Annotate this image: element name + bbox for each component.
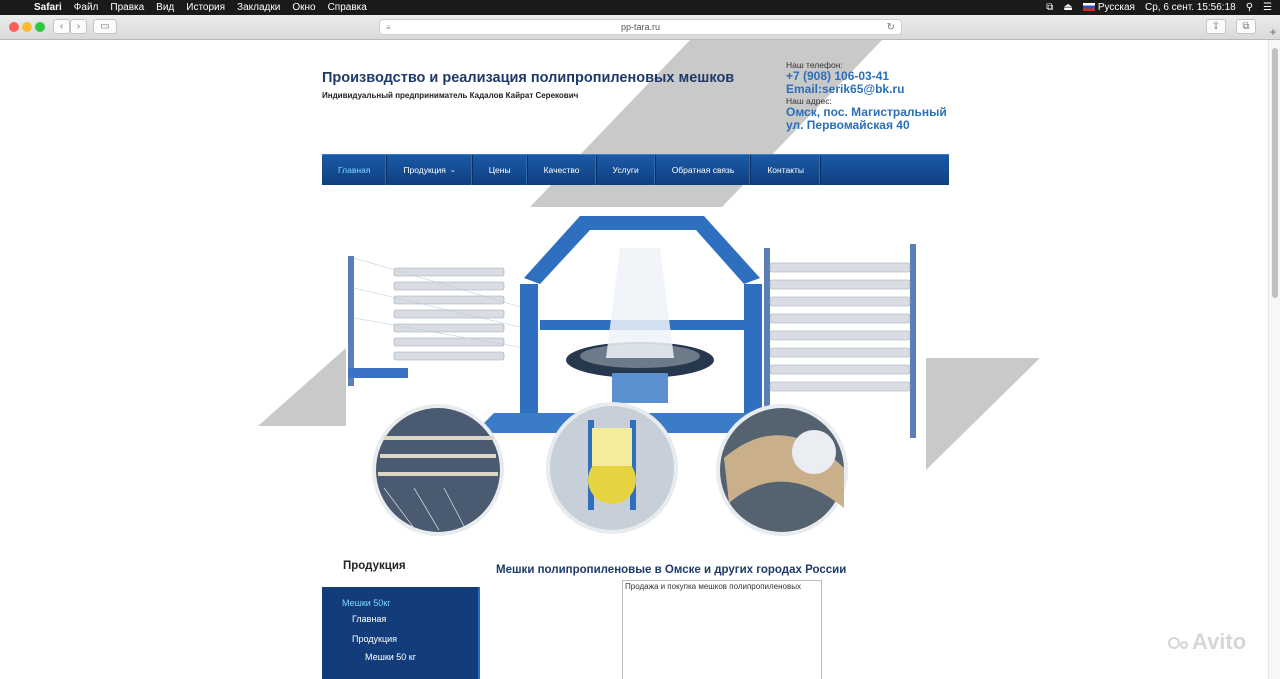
avito-watermark-text: Avito xyxy=(1192,629,1247,654)
menu-view[interactable]: Вид xyxy=(150,2,180,13)
nav-services-label: Услуги xyxy=(612,165,639,175)
central-frame xyxy=(474,216,804,433)
menu-bookmarks[interactable]: Закладки xyxy=(231,2,286,13)
window-close-button[interactable] xyxy=(9,22,19,32)
nav-prices-label: Цены xyxy=(488,165,511,175)
avito-logo-icon xyxy=(1168,629,1188,655)
page-scrollbar[interactable] xyxy=(1268,40,1280,679)
input-source-label: Русская xyxy=(1097,2,1135,13)
back-button[interactable]: ‹ xyxy=(53,19,70,34)
scrollbar-thumb[interactable] xyxy=(1272,48,1278,298)
screen-mirroring-icon[interactable]: ⧉ xyxy=(1046,2,1053,13)
menu-app-safari[interactable]: Safari xyxy=(28,2,68,13)
sidebar-item-home[interactable]: Главная xyxy=(352,614,386,624)
menu-help[interactable]: Справка xyxy=(322,2,373,13)
clock[interactable]: Ср, 6 сент. 15:56:18 xyxy=(1145,2,1236,13)
nav-contacts[interactable]: Контакты xyxy=(751,155,822,185)
nav-home-label: Главная xyxy=(338,165,371,175)
nav-quality-label: Качество xyxy=(543,165,580,175)
url-text: pp-tara.ru xyxy=(620,22,661,32)
detail-photo-shuttle xyxy=(716,404,848,536)
main-heading: Мешки полипропиленовые в Омске и других … xyxy=(496,564,847,576)
menu-history[interactable]: История xyxy=(180,2,231,13)
main-box-text: Продажа и покупка мешков полипропиленовы… xyxy=(625,582,801,591)
menu-edit[interactable]: Правка xyxy=(104,2,150,13)
sidebar-menu: Мешки 50кг Главная Продукция Мешки 50 кг xyxy=(322,587,480,679)
chevron-down-icon: ⌄ xyxy=(449,167,456,174)
left-creel-rack xyxy=(348,256,525,386)
nav-feedback-label: Обратная связь xyxy=(671,165,735,175)
sidebar-title: Продукция xyxy=(343,560,406,572)
new-tab-button[interactable]: + xyxy=(1266,25,1280,39)
forward-button[interactable]: › xyxy=(70,19,87,34)
nav-contacts-label: Контакты xyxy=(767,165,805,175)
hero-loom-machine-image xyxy=(348,216,916,536)
russia-flag-icon xyxy=(1082,3,1095,12)
contact-block: Наш телефон: +7 (908) 106-03-41 Email:se… xyxy=(786,60,966,132)
sidebar-item-bags-50-kg[interactable]: Мешки 50 кг xyxy=(365,652,416,662)
macos-menubar: Safari Файл Правка Вид История Закладки … xyxy=(0,0,1280,15)
main-nav: Главная Продукция ⌄ Цены Качество Услуги … xyxy=(322,154,949,185)
sidebar-toggle-button[interactable]: ▭ xyxy=(93,19,117,34)
nav-products-label: Продукция xyxy=(403,165,446,175)
detail-photo-creel xyxy=(372,404,504,536)
sidebar-item-bags-50kg[interactable]: Мешки 50кг xyxy=(342,598,391,608)
nav-quality[interactable]: Качество xyxy=(528,155,597,185)
main-content-box: Продажа и покупка мешков полипропиленовы… xyxy=(622,580,822,679)
tabs-overview-button[interactable]: ⧉ xyxy=(1236,19,1256,34)
nav-prices[interactable]: Цены xyxy=(473,155,528,185)
reload-icon[interactable]: ↻ xyxy=(887,22,895,33)
spotlight-search-icon[interactable]: ⚲ xyxy=(1246,2,1253,13)
nav-home[interactable]: Главная xyxy=(322,155,388,185)
window-zoom-button[interactable] xyxy=(35,22,45,32)
window-minimize-button[interactable] xyxy=(22,22,32,32)
sidebar-item-products[interactable]: Продукция xyxy=(352,634,397,644)
share-button[interactable]: ⇪ xyxy=(1206,19,1226,34)
site-subtitle: Индивидуальный предприниматель Кадалов К… xyxy=(322,91,579,100)
notification-center-icon[interactable]: ☰ xyxy=(1263,2,1272,13)
site-title: Производство и реализация полипропиленов… xyxy=(322,70,735,86)
nav-feedback[interactable]: Обратная связь xyxy=(656,155,752,185)
avito-watermark: Avito xyxy=(1168,629,1246,655)
airplay-icon[interactable]: ⏏ xyxy=(1063,2,1072,13)
reader-view-icon[interactable]: ≡ xyxy=(386,23,391,32)
nav-services[interactable]: Услуги xyxy=(597,155,656,185)
page-viewport: Производство и реализация полипропиленов… xyxy=(0,40,1268,679)
input-source-menu[interactable]: Русская xyxy=(1082,2,1135,13)
address-line-2: ул. Первомайская 40 xyxy=(786,118,910,132)
browser-toolbar: ‹ › ▭ ≡ pp-tara.ru ↻ ⇪ ⧉ xyxy=(0,15,1280,40)
menu-file[interactable]: Файл xyxy=(68,2,105,13)
address-bar[interactable]: ≡ pp-tara.ru ↻ xyxy=(379,19,902,35)
email-link[interactable]: Email:serik65@bk.ru xyxy=(786,83,966,96)
nav-products[interactable]: Продукция ⌄ xyxy=(387,155,473,185)
menu-window[interactable]: Окно xyxy=(286,2,321,13)
detail-photo-winder xyxy=(546,402,678,534)
